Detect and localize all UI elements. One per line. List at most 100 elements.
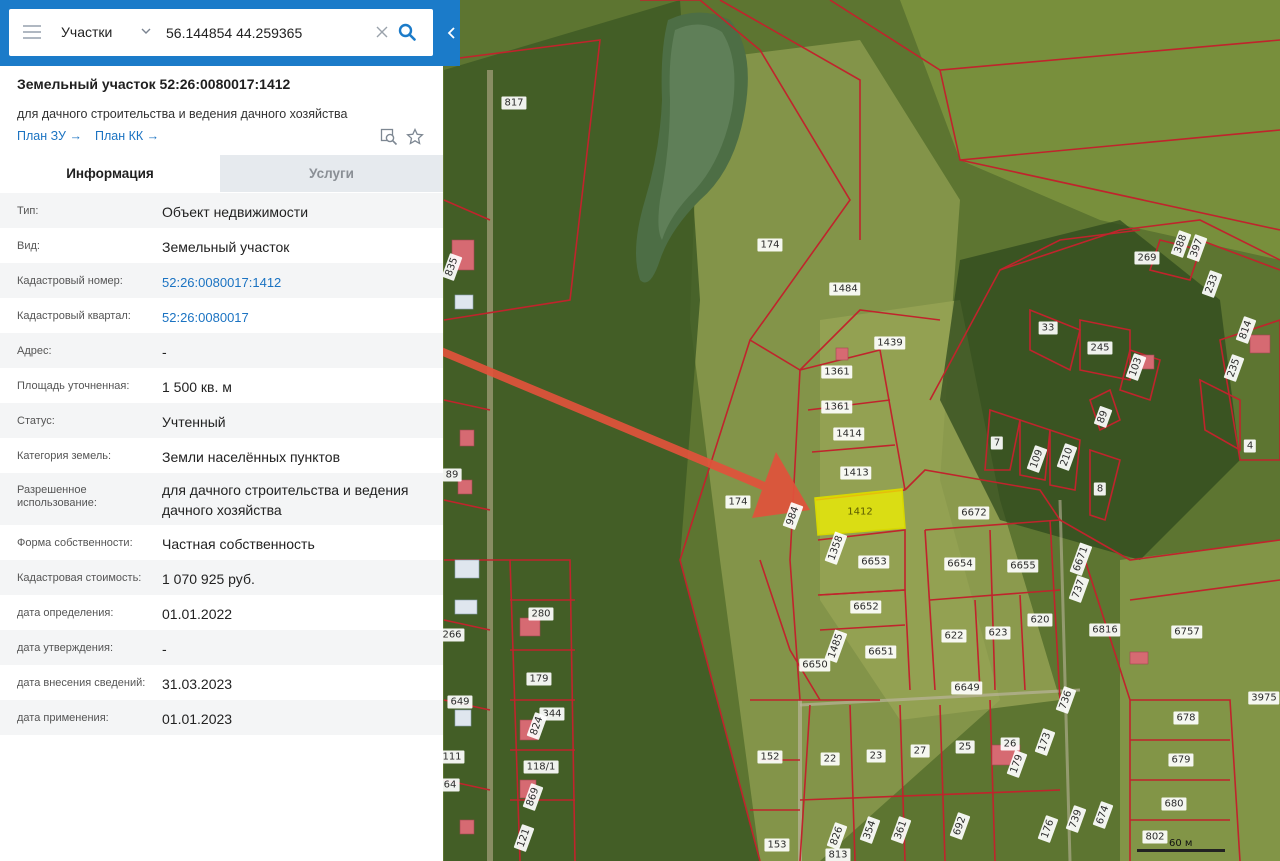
plot-label: 118/1: [523, 760, 559, 774]
plot-label: 6757: [1171, 625, 1203, 639]
parcel-title: Земельный участок 52:26:0080017:1412: [17, 76, 291, 92]
property-row: Кадастровый квартал: 52:26:0080017: [0, 298, 443, 333]
property-row: Тип: Объект недвижимости: [0, 193, 443, 228]
hamburger-menu-icon[interactable]: [23, 25, 41, 39]
plot-label: 813: [825, 848, 851, 861]
property-value: -: [162, 344, 167, 360]
map-scale: 60 м: [1137, 838, 1225, 854]
scale-label: 60 м: [1169, 838, 1193, 849]
plot-label: 174: [725, 495, 751, 509]
plot-label: 4: [1243, 439, 1257, 453]
property-value: Учтенный: [162, 414, 226, 430]
plan-zu-link[interactable]: План ЗУ →: [17, 129, 82, 143]
tab-information[interactable]: Информация: [0, 155, 220, 192]
plot-label: 678: [1173, 711, 1199, 725]
property-row: дата внесения сведений: 31.03.2023: [0, 665, 443, 700]
search-box: Участки: [9, 9, 433, 56]
plot-label: 22: [820, 752, 840, 766]
property-row: дата определения: 01.01.2022: [0, 595, 443, 630]
property-label: дата применения:: [17, 712, 109, 724]
property-label: Статус:: [17, 415, 55, 427]
category-select[interactable]: Участки: [61, 24, 112, 40]
property-row: Кадастровая стоимость: 1 070 925 руб.: [0, 560, 443, 595]
property-value: 01.01.2023: [162, 711, 233, 727]
property-label: Кадастровый номер:: [17, 275, 123, 287]
plot-label: 89: [442, 468, 462, 482]
collapse-panel-button[interactable]: [443, 0, 460, 66]
property-row: Вид: Земельный участок: [0, 228, 443, 263]
cadastral-quarter-link[interactable]: 52:26:0080017: [162, 308, 432, 328]
plot-label: 27: [910, 744, 930, 758]
property-label: Категория земель:: [17, 450, 112, 462]
plot-label: 1361: [821, 400, 853, 414]
plot-label: 3975: [1248, 691, 1280, 705]
plot-label: 64: [440, 778, 460, 792]
property-row: Категория земель: Земли населённых пункт…: [0, 438, 443, 473]
search-bar: Участки: [0, 0, 460, 66]
plot-label: 623: [985, 626, 1011, 640]
plot-label: 6653: [858, 555, 890, 569]
property-label: Разрешенное использование:: [17, 484, 97, 509]
property-label: Форма собственности:: [17, 537, 133, 549]
search-icon[interactable]: [398, 23, 416, 41]
plot-label: 680: [1161, 797, 1187, 811]
tab-services[interactable]: Услуги: [220, 155, 443, 192]
property-value: Земли населённых пунктов: [162, 449, 341, 465]
parcel-purpose: для дачного строительства и ведения дачн…: [17, 107, 348, 121]
plot-label: 111: [439, 750, 465, 764]
plot-label: 33: [1038, 321, 1058, 335]
plot-label: 1361: [821, 365, 853, 379]
plot-label: 26: [1000, 737, 1020, 751]
plot-label: 174: [757, 238, 783, 252]
plot-label: 6652: [850, 600, 882, 614]
property-label: дата внесения сведений:: [17, 677, 146, 689]
property-label: Кадастровый квартал:: [17, 310, 131, 322]
property-value: 01.01.2022: [162, 606, 233, 622]
plot-label: 152: [757, 750, 783, 764]
plot-label: 269: [1134, 251, 1160, 265]
scale-bar: [1137, 849, 1225, 852]
property-value: 1 070 925 руб.: [162, 571, 255, 587]
info-panel: Земельный участок 52:26:0080017:1412 для…: [0, 66, 443, 861]
chevron-left-icon: [447, 27, 455, 39]
property-value: Земельный участок: [162, 239, 290, 255]
plot-label: 1484: [829, 282, 861, 296]
property-label: Адрес:: [17, 345, 52, 357]
plot-label: 153: [764, 838, 790, 852]
property-label: дата утверждения:: [17, 642, 114, 654]
arrow-right-icon: →: [69, 129, 82, 143]
property-value: Объект недвижимости: [162, 204, 309, 220]
property-row: Разрешенное использование: для дачного с…: [0, 473, 443, 525]
arrow-right-icon: →: [146, 129, 160, 143]
property-row: Адрес: -: [0, 333, 443, 368]
property-label: Площадь уточненная:: [17, 380, 130, 392]
plot-label: 1414: [833, 427, 865, 441]
plot-label-selected[interactable]: 1412: [844, 506, 875, 519]
plot-label: 1439: [874, 336, 906, 350]
star-icon[interactable]: [406, 128, 424, 146]
property-row: дата утверждения: -: [0, 630, 443, 665]
plot-label: 622: [941, 629, 967, 643]
plot-label: 8: [1093, 482, 1107, 496]
property-list: Тип: Объект недвижимости Вид: Земельный …: [0, 193, 443, 735]
plot-label: 6655: [1007, 559, 1039, 573]
property-row: дата применения: 01.01.2023: [0, 700, 443, 735]
plot-label: 6649: [951, 681, 983, 695]
property-value: Частная собственность: [162, 536, 315, 552]
property-value: для дачного строительства и ведения дачн…: [162, 482, 409, 518]
property-row: Форма собственности: Частная собственнос…: [0, 525, 443, 560]
plot-label: 23: [866, 749, 886, 763]
chevron-down-icon[interactable]: [141, 26, 151, 36]
property-row: Площадь уточненная: 1 500 кв. м: [0, 368, 443, 403]
property-label: Вид:: [17, 240, 40, 252]
search-input[interactable]: [164, 21, 368, 45]
plan-zu-label: План ЗУ: [17, 129, 66, 143]
plan-kk-label: План КК: [95, 129, 144, 143]
zoom-to-object-icon[interactable]: [380, 128, 398, 146]
clear-icon[interactable]: [376, 26, 388, 38]
property-value: -: [162, 641, 167, 657]
plot-label: 245: [1087, 341, 1113, 355]
plan-kk-link[interactable]: План КК →: [95, 129, 159, 143]
plot-label: 6654: [944, 557, 976, 571]
cadastral-number-link[interactable]: 52:26:0080017:1412: [162, 273, 432, 293]
